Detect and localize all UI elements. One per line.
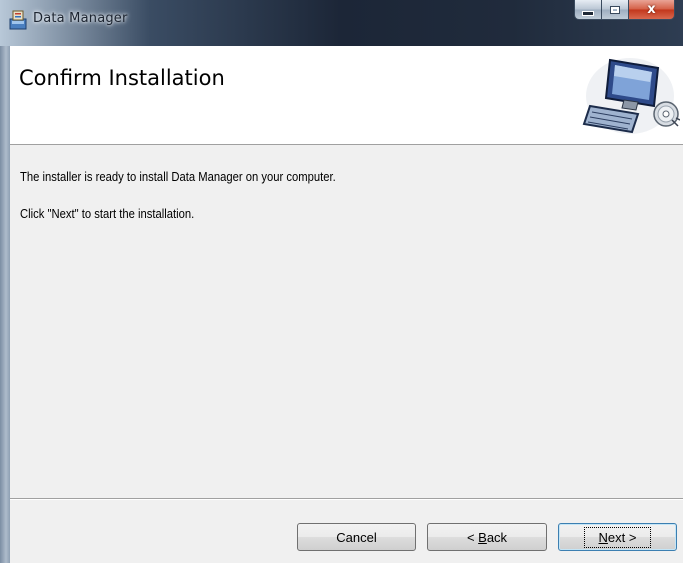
page-title: Confirm Installation <box>19 66 225 90</box>
back-button[interactable]: < Back <box>427 523 547 551</box>
title-bar[interactable]: Data Manager x <box>0 0 683 46</box>
ready-message: The installer is ready to install Data M… <box>20 170 336 184</box>
instruction-message: Click "Next" to start the installation. <box>20 207 195 221</box>
next-button[interactable]: Next > <box>558 523 677 551</box>
window-frame-left <box>0 46 10 563</box>
cancel-button[interactable]: Cancel <box>297 523 416 551</box>
cancel-button-label: Cancel <box>336 529 377 545</box>
close-icon: x <box>647 2 656 17</box>
installer-app-icon <box>9 10 27 30</box>
installer-window: Data Manager x Confirm Installation The … <box>0 0 683 563</box>
caption-buttons: x <box>574 0 675 20</box>
minimize-icon <box>582 11 594 16</box>
dialog-client-area: Confirm Installation The installer is re… <box>10 46 683 563</box>
next-button-label: Next > <box>583 526 652 548</box>
close-button[interactable]: x <box>629 0 675 20</box>
minimize-button[interactable] <box>574 0 602 20</box>
footer-divider <box>10 498 683 500</box>
back-button-label: < Back <box>467 530 507 545</box>
maximize-button[interactable] <box>602 0 629 20</box>
computer-with-disc-icon <box>582 58 680 134</box>
window-title: Data Manager <box>33 11 128 26</box>
header-banner: Confirm Installation <box>10 46 683 145</box>
back-prefix: < <box>466 529 479 545</box>
back-rest: ack <box>486 529 508 545</box>
next-rest: ext > <box>607 529 637 545</box>
back-accelerator: B <box>478 529 487 545</box>
maximize-icon <box>610 5 620 14</box>
next-accelerator: N <box>598 529 608 545</box>
